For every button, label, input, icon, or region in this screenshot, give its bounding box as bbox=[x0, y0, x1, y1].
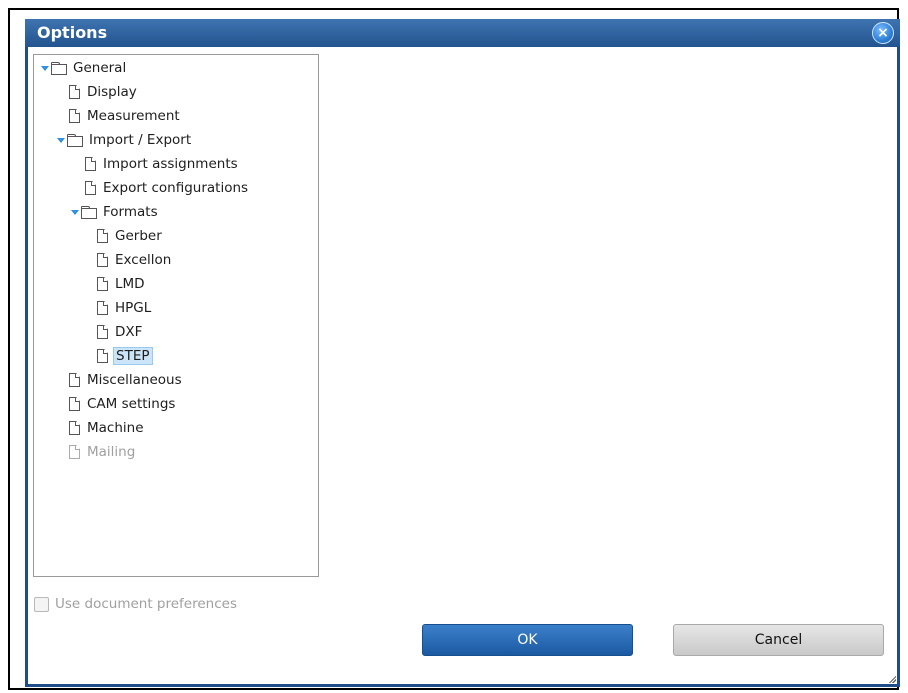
tree-item-label: CAM settings bbox=[87, 396, 176, 412]
tree-item-label: General bbox=[73, 60, 127, 76]
options-dialog: Options × General Display Measurement Im… bbox=[25, 19, 900, 687]
page-icon bbox=[97, 277, 108, 291]
tree-item-label: Formats bbox=[103, 204, 158, 220]
use-document-preferences-label: Use document preferences bbox=[55, 596, 237, 612]
tree-item-hpgl[interactable]: HPGL bbox=[97, 298, 153, 318]
folder-icon bbox=[67, 134, 83, 147]
tree-item-label: STEP bbox=[113, 347, 153, 365]
page-icon bbox=[69, 397, 80, 411]
tree-item-dxf[interactable]: DXF bbox=[97, 322, 144, 342]
tree-item-miscellaneous[interactable]: Miscellaneous bbox=[69, 370, 184, 390]
tree-item-label: Display bbox=[87, 84, 137, 100]
page-icon bbox=[97, 325, 108, 339]
dialog-content: General Display Measurement Import / Exp… bbox=[28, 47, 897, 684]
tree-item-label: HPGL bbox=[115, 300, 152, 316]
page-icon bbox=[97, 349, 108, 363]
resize-grip-icon[interactable] bbox=[888, 675, 896, 683]
expander-arrow-icon[interactable] bbox=[41, 65, 49, 71]
ok-button[interactable]: OK bbox=[422, 624, 633, 656]
expander-arrow-icon[interactable] bbox=[71, 209, 79, 215]
tree-item-excellon[interactable]: Excellon bbox=[97, 250, 173, 270]
title-bar[interactable]: Options × bbox=[25, 19, 900, 47]
options-tree[interactable]: General Display Measurement Import / Exp… bbox=[33, 54, 319, 577]
tree-item-label: Mailing bbox=[87, 444, 136, 460]
tree-item-label: LMD bbox=[115, 276, 145, 292]
tree-item-label: DXF bbox=[115, 324, 143, 340]
use-document-preferences: Use document preferences bbox=[34, 596, 237, 612]
close-icon: × bbox=[877, 25, 889, 41]
tree-item-label: Export configurations bbox=[103, 180, 249, 196]
tree-item-label: Measurement bbox=[87, 108, 180, 124]
cancel-button[interactable]: Cancel bbox=[673, 624, 884, 656]
tree-item-mailing: Mailing bbox=[69, 442, 137, 462]
page-icon bbox=[97, 301, 108, 315]
tree-item-step[interactable]: STEP bbox=[97, 346, 153, 366]
tree-item-machine[interactable]: Machine bbox=[69, 418, 146, 438]
page-icon bbox=[69, 109, 80, 123]
page-icon bbox=[97, 253, 108, 267]
tree-item-label: Import / Export bbox=[89, 132, 192, 148]
use-document-preferences-checkbox bbox=[34, 596, 49, 612]
tree-item-label: Machine bbox=[87, 420, 144, 436]
ok-button-label: OK bbox=[517, 632, 538, 648]
page-icon bbox=[85, 157, 96, 171]
page-icon bbox=[69, 445, 80, 459]
tree-item-label: Miscellaneous bbox=[87, 372, 182, 388]
tree-item-formats[interactable]: Formats bbox=[71, 202, 160, 222]
page-icon bbox=[85, 181, 96, 195]
tree-item-gerber[interactable]: Gerber bbox=[97, 226, 164, 246]
cancel-button-label: Cancel bbox=[754, 632, 803, 648]
tree-item-label: Excellon bbox=[115, 252, 172, 268]
page-icon bbox=[97, 229, 108, 243]
tree-item-export-configurations[interactable]: Export configurations bbox=[85, 178, 250, 198]
tree-item-measurement[interactable]: Measurement bbox=[69, 106, 182, 126]
tree-item-label: Gerber bbox=[115, 228, 162, 244]
tree-item-general[interactable]: General bbox=[41, 58, 128, 78]
tree-item-label: Import assignments bbox=[103, 156, 238, 172]
tree-item-lmd[interactable]: LMD bbox=[97, 274, 147, 294]
dialog-title: Options bbox=[37, 23, 108, 42]
tree-item-import-export[interactable]: Import / Export bbox=[57, 130, 193, 150]
folder-icon bbox=[81, 206, 97, 219]
page-icon bbox=[69, 421, 80, 435]
tree-item-import-assignments[interactable]: Import assignments bbox=[85, 154, 240, 174]
page-icon bbox=[69, 85, 80, 99]
folder-icon bbox=[51, 62, 67, 75]
expander-arrow-icon[interactable] bbox=[57, 137, 65, 143]
tree-item-display[interactable]: Display bbox=[69, 82, 139, 102]
page-icon bbox=[69, 373, 80, 387]
tree-item-cam-settings[interactable]: CAM settings bbox=[69, 394, 177, 414]
close-button[interactable]: × bbox=[872, 22, 894, 44]
